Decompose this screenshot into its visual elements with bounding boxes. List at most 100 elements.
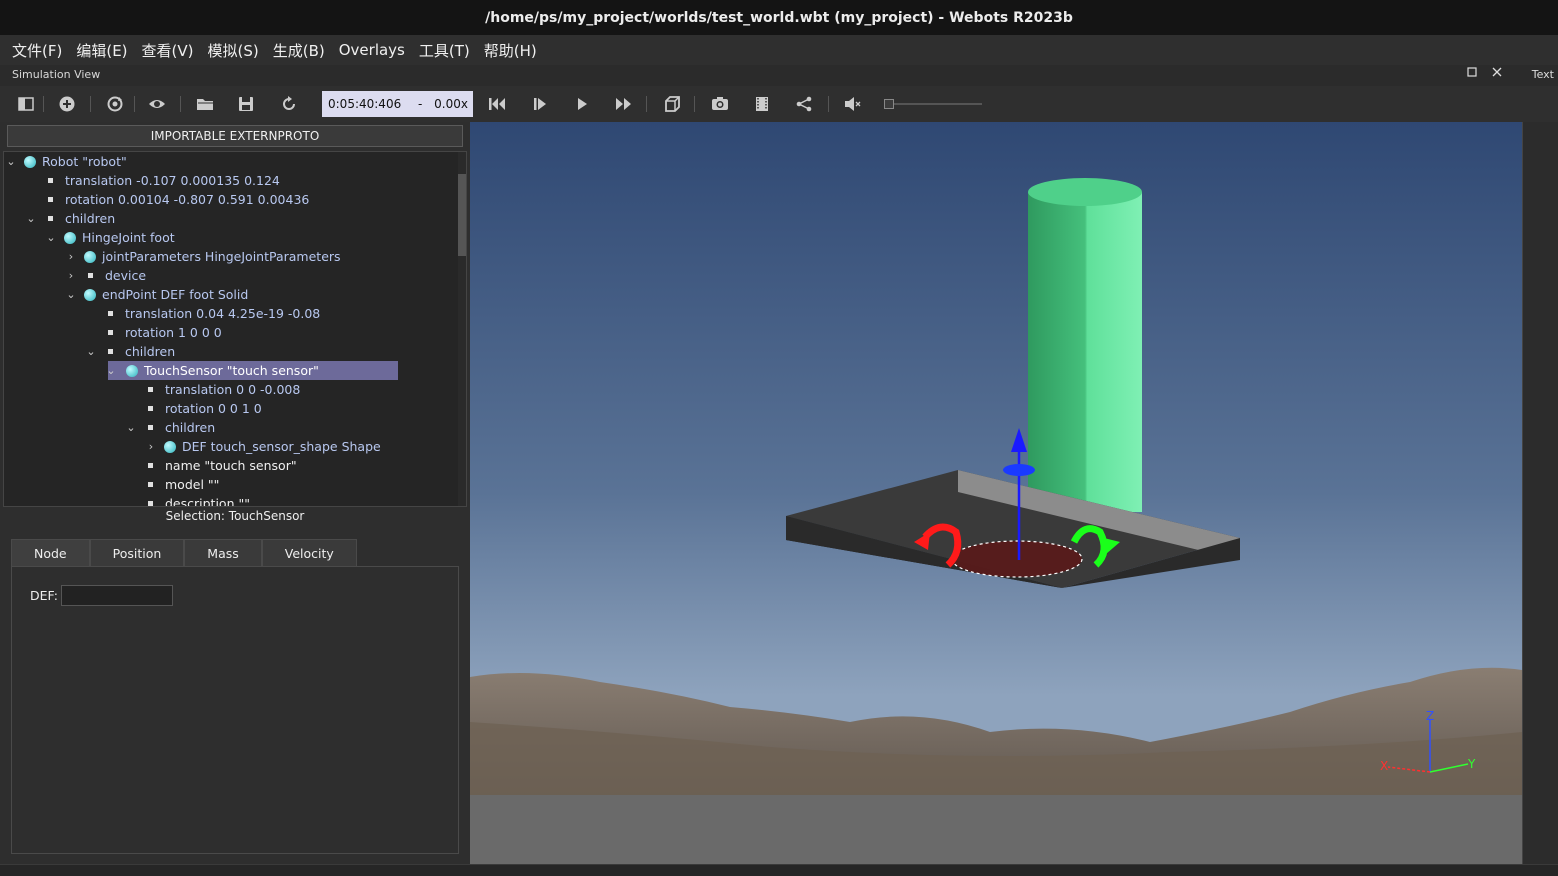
chevron-down-icon[interactable]: ⌄: [25, 212, 37, 225]
menu-help[interactable]: 帮助(H): [484, 40, 537, 61]
def-input[interactable]: [61, 585, 173, 606]
tree-row[interactable]: › jointParameters HingeJointParameters: [68, 247, 341, 266]
field-icon: [148, 463, 153, 468]
menu-build[interactable]: 生成(B): [273, 40, 325, 61]
movie-icon[interactable]: [752, 95, 772, 113]
step-back-icon[interactable]: [487, 95, 507, 113]
tree-row-label: Robot "robot": [42, 154, 127, 169]
tree-row-label: rotation 0.00104 -0.807 0.591 0.00436: [65, 192, 310, 207]
chevron-down-icon[interactable]: ⌄: [105, 364, 117, 377]
tree-row-label: rotation 1 0 0 0: [125, 325, 222, 340]
tree-row[interactable]: rotation 1 0 0 0: [88, 323, 222, 342]
tree-row-label: HingeJoint foot: [82, 230, 175, 245]
tree-row[interactable]: description "": [128, 494, 250, 506]
tree-row-label: TouchSensor "touch sensor": [144, 363, 319, 378]
chevron-right-icon[interactable]: ›: [65, 269, 77, 282]
field-icon: [108, 349, 113, 354]
chevron-down-icon[interactable]: ⌄: [5, 155, 17, 168]
tree-row-label: translation -0.107 0.000135 0.124: [65, 173, 280, 188]
rendering-icon[interactable]: [662, 95, 682, 113]
chevron-down-icon[interactable]: ⌄: [45, 231, 57, 244]
camera-icon[interactable]: [710, 95, 730, 113]
field-icon: [148, 425, 153, 430]
share-icon[interactable]: [794, 95, 814, 113]
selection-label: Selection: TouchSensor: [165, 509, 305, 523]
3d-viewport[interactable]: Z Y X: [470, 122, 1522, 864]
node-icon: [126, 364, 138, 377]
menu-file[interactable]: 文件(F): [12, 40, 62, 61]
node-icon: [164, 440, 176, 453]
open-folder-icon[interactable]: [195, 95, 215, 113]
text-panel-label[interactable]: Text: [1532, 68, 1554, 81]
window-title: /home/ps/my_project/worlds/test_world.wb…: [0, 0, 1558, 35]
volume-slider[interactable]: [884, 99, 982, 109]
add-node-icon[interactable]: [57, 95, 77, 113]
tree-row-label: translation 0.04 4.25e-19 -0.08: [125, 306, 321, 321]
status-bar: [0, 864, 1558, 876]
node-icon: [24, 155, 36, 168]
chevron-down-icon[interactable]: ⌄: [125, 421, 137, 434]
chevron-down-icon[interactable]: ⌄: [65, 288, 77, 301]
tree-row[interactable]: rotation 0.00104 -0.807 0.591 0.00436: [28, 190, 309, 209]
close-icon[interactable]: [1491, 66, 1503, 81]
tree-row[interactable]: ⌄ children: [25, 209, 115, 228]
tree-row[interactable]: rotation 0 0 1 0: [128, 399, 262, 418]
tree-row-label: children: [125, 344, 176, 359]
reload-world-icon[interactable]: [105, 95, 125, 113]
tree-row[interactable]: ⌄ HingeJoint foot: [45, 228, 175, 247]
tree-row[interactable]: name "touch sensor": [128, 456, 297, 475]
tree-row[interactable]: › device: [68, 266, 146, 285]
tree-row[interactable]: ⌄ children: [85, 342, 176, 361]
tab-mass[interactable]: Mass: [184, 539, 262, 567]
menu-tools[interactable]: 工具(T): [419, 40, 470, 61]
axis-label-z: Z: [1426, 709, 1434, 723]
scene-tree-scrollbar[interactable]: [458, 152, 466, 506]
tab-velocity[interactable]: Velocity: [261, 539, 357, 567]
scene-tree[interactable]: ⌄ Robot "robot" translation -0.107 0.00013…: [3, 151, 467, 507]
tree-row[interactable]: model "": [128, 475, 219, 494]
chevron-down-icon[interactable]: ⌄: [85, 345, 97, 358]
importable-externproto-button[interactable]: IMPORTABLE EXTERNPROTO: [7, 125, 463, 147]
tab-node[interactable]: Node: [11, 539, 90, 567]
tree-row[interactable]: ⌄ Robot "robot": [5, 152, 127, 171]
tree-row[interactable]: translation -0.107 0.000135 0.124: [28, 171, 280, 190]
tree-row-label: endPoint DEF foot Solid: [102, 287, 249, 302]
tree-row[interactable]: translation 0 0 -0.008: [128, 380, 300, 399]
field-icon: [108, 330, 113, 335]
menu-bar: 文件(F) 编辑(E) 查看(V) 模拟(S) 生成(B) Overlays 工…: [0, 35, 1558, 65]
tree-row[interactable]: translation 0.04 4.25e-19 -0.08: [88, 304, 320, 323]
menu-simulation[interactable]: 模拟(S): [208, 40, 259, 61]
inspector-tabs: Node Position Mass Velocity: [11, 539, 357, 567]
field-icon: [88, 273, 93, 278]
mute-icon[interactable]: [842, 95, 862, 113]
menu-view[interactable]: 查看(V): [142, 40, 194, 61]
menu-overlays[interactable]: Overlays: [339, 41, 405, 59]
eye-icon[interactable]: [147, 95, 167, 113]
tree-row[interactable]: › DEF touch_sensor_shape Shape: [148, 437, 381, 456]
toggle-scene-tree-icon[interactable]: [16, 95, 36, 113]
reset-simulation-icon[interactable]: [279, 95, 299, 113]
fast-forward-icon[interactable]: [614, 95, 634, 113]
axis-label-x: X: [1380, 759, 1388, 773]
tree-row[interactable]: ⌄ endPoint DEF foot Solid: [65, 285, 249, 304]
tree-row-label: DEF touch_sensor_shape Shape: [182, 439, 381, 454]
maximize-icon[interactable]: [1466, 66, 1478, 81]
save-icon[interactable]: [236, 95, 256, 113]
menu-edit[interactable]: 编辑(E): [76, 40, 127, 61]
simulation-time-display: 0:05:40:406 - 0.00x: [322, 91, 473, 117]
time-separator: -: [418, 97, 423, 111]
chevron-right-icon[interactable]: ›: [145, 440, 157, 453]
toolbar: [0, 86, 1558, 122]
tree-row-selected[interactable]: ⌄ TouchSensor "touch sensor": [105, 361, 398, 380]
step-icon[interactable]: [530, 95, 550, 113]
simulation-time: 0:05:40:406: [328, 97, 402, 111]
chevron-right-icon[interactable]: ›: [65, 250, 77, 263]
tree-row-label: children: [165, 420, 216, 435]
tree-row-label: rotation 0 0 1 0: [165, 401, 262, 416]
play-icon[interactable]: [572, 95, 592, 113]
field-icon: [148, 406, 153, 411]
field-icon: [148, 482, 153, 487]
tree-row[interactable]: ⌄ children: [125, 418, 216, 437]
node-icon: [84, 250, 96, 263]
tab-position[interactable]: Position: [89, 539, 185, 567]
